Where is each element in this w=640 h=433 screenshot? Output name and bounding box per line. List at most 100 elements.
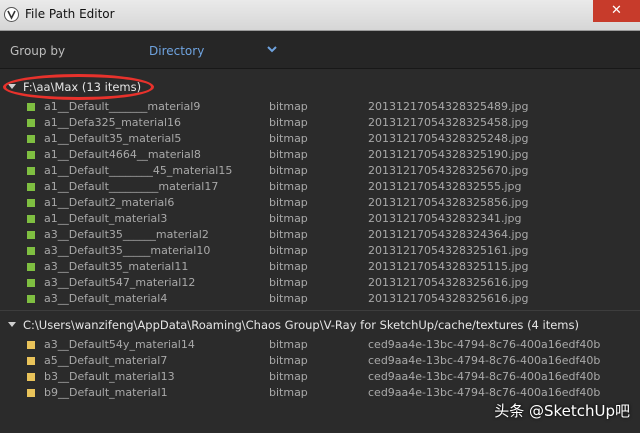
material-name: a1__Default_______material9 xyxy=(44,100,201,113)
file-status-icon xyxy=(27,373,35,381)
table-row[interactable]: a5__Default_material7 bitmap ced9aa4e-13bc… xyxy=(0,353,640,369)
file-name: 20131217054328325616.jpg xyxy=(368,276,529,289)
group-header-vray-cache[interactable]: C:\Users\wanzifeng\AppData\Roaming\Chaos… xyxy=(0,316,640,334)
asset-type: bitmap xyxy=(269,212,308,225)
asset-type: bitmap xyxy=(269,354,308,367)
asset-type: bitmap xyxy=(269,148,308,161)
table-row[interactable]: a3__Default35_____material10 bitmap 201312… xyxy=(0,243,640,259)
file-name: 20131217054328325489.jpg xyxy=(368,100,529,113)
table-row[interactable]: b3__Default_material13 bitmap ced9aa4e-13b… xyxy=(0,369,640,385)
file-status-icon xyxy=(27,295,35,303)
file-status-icon xyxy=(27,247,35,255)
file-name: ced9aa4e-13bc-4794-8c76-400a16edf40b xyxy=(368,386,601,399)
material-name: a3__Default35______material2 xyxy=(44,228,209,241)
file-status-icon xyxy=(27,389,35,397)
file-name: 20131217054328325115.jpg xyxy=(368,260,529,273)
file-name: 20131217054328325670.jpg xyxy=(368,164,529,177)
file-name: 20131217054328325161.jpg xyxy=(368,244,529,257)
file-status-icon xyxy=(27,151,35,159)
asset-type: bitmap xyxy=(269,386,308,399)
material-name: a5__Default_material7 xyxy=(44,354,168,367)
material-name: a1__Defa325_material16 xyxy=(44,116,181,129)
asset-type: bitmap xyxy=(269,116,308,129)
asset-type: bitmap xyxy=(269,338,308,351)
table-row[interactable]: a1__Default35_material5 bitmap 20131217054… xyxy=(0,131,640,147)
asset-type: bitmap xyxy=(269,276,308,289)
material-name: a3__Default35_material11 xyxy=(44,260,189,273)
material-name: a3__Default35_____material10 xyxy=(44,244,211,257)
window-title: File Path Editor xyxy=(25,7,115,21)
file-status-icon xyxy=(27,341,35,349)
file-status-icon xyxy=(27,103,35,111)
file-status-icon xyxy=(27,215,35,223)
group-by-dropdown[interactable]: Directory xyxy=(149,44,204,58)
file-status-icon xyxy=(27,279,35,287)
file-status-icon xyxy=(27,135,35,143)
material-name: a1__Default35_material5 xyxy=(44,132,182,145)
annotation-circle xyxy=(3,74,154,100)
file-name: 20131217054328324364.jpg xyxy=(368,228,529,241)
material-name: a1__Default_material3 xyxy=(44,212,168,225)
file-name: 20131217054328325248.jpg xyxy=(368,132,529,145)
file-list: F:\aa\Max (13 items) a1__Default_______m… xyxy=(0,70,640,433)
table-row[interactable]: a1__Default4664__material8 bitmap 20131217… xyxy=(0,147,640,163)
asset-type: bitmap xyxy=(269,228,308,241)
file-status-icon xyxy=(27,263,35,271)
file-status-icon xyxy=(27,199,35,207)
material-name: a1__Default2_material6 xyxy=(44,196,175,209)
material-name: b3__Default_material13 xyxy=(44,370,175,383)
table-row[interactable]: a3__Default35_material11 bitmap 2013121705… xyxy=(0,259,640,275)
file-name: 20131217054328325856.jpg xyxy=(368,196,529,209)
material-name: a1__Default4664__material8 xyxy=(44,148,201,161)
material-name: a1__Default________45_material15 xyxy=(44,164,233,177)
file-name: ced9aa4e-13bc-4794-8c76-400a16edf40b xyxy=(368,370,601,383)
table-row[interactable]: a1__Default________45_material15 bitmap 20… xyxy=(0,163,640,179)
file-name: ced9aa4e-13bc-4794-8c76-400a16edf40b xyxy=(368,354,601,367)
table-row[interactable]: a3__Default54y_material14 bitmap ced9aa4e-… xyxy=(0,337,640,353)
asset-type: bitmap xyxy=(269,132,308,145)
close-icon: ✕ xyxy=(611,3,622,18)
file-name: ced9aa4e-13bc-4794-8c76-400a16edf40b xyxy=(368,338,601,351)
file-status-icon xyxy=(27,183,35,191)
table-row[interactable]: a3__Default547_material12 bitmap 201312170… xyxy=(0,275,640,291)
asset-type: bitmap xyxy=(269,292,308,305)
file-status-icon xyxy=(27,167,35,175)
group-by-label: Group by xyxy=(10,44,66,58)
asset-type: bitmap xyxy=(269,196,308,209)
table-row[interactable]: a1__Default_________material17 bitmap 2013… xyxy=(0,179,640,195)
asset-type: bitmap xyxy=(269,244,308,257)
group-title: C:\Users\wanzifeng\AppData\Roaming\Chaos… xyxy=(23,318,579,332)
app-logo-icon xyxy=(4,7,19,22)
table-row[interactable]: b9__Default_material1 bitmap ced9aa4e-13bc… xyxy=(0,385,640,401)
file-name: 2013121705432832555.jpg xyxy=(368,180,522,193)
asset-type: bitmap xyxy=(269,164,308,177)
collapse-caret-icon[interactable] xyxy=(8,322,16,327)
file-status-icon xyxy=(27,119,35,127)
file-status-icon xyxy=(27,357,35,365)
material-name: a1__Default_________material17 xyxy=(44,180,219,193)
table-row[interactable]: a3__Default35______material2 bitmap 201312… xyxy=(0,227,640,243)
table-row[interactable]: a1__Default2_material6 bitmap 201312170543… xyxy=(0,195,640,211)
material-name: a3__Default547_material12 xyxy=(44,276,196,289)
file-name: 20131217054328325458.jpg xyxy=(368,116,529,129)
watermark: 头条 @SketchUp吧 xyxy=(494,402,630,420)
file-name: 20131217054328325190.jpg xyxy=(368,148,529,161)
table-row[interactable]: a3__Default_material4 bitmap 2013121705432… xyxy=(0,291,640,307)
group-by-toolbar: Group by Directory xyxy=(0,31,640,69)
table-row[interactable]: a1__Default_______material9 bitmap 2013121… xyxy=(0,99,640,115)
asset-type: bitmap xyxy=(269,370,308,383)
material-name: a3__Default54y_material14 xyxy=(44,338,195,351)
asset-type: bitmap xyxy=(269,180,308,193)
group-divider xyxy=(0,310,640,311)
chevron-down-icon[interactable] xyxy=(266,44,278,54)
close-button[interactable]: ✕ xyxy=(593,0,640,22)
material-name: a3__Default_material4 xyxy=(44,292,168,305)
table-row[interactable]: a1__Default_material3 bitmap 2013121705432… xyxy=(0,211,640,227)
table-row[interactable]: a1__Defa325_material16 bitmap 201312170543… xyxy=(0,115,640,131)
file-status-icon xyxy=(27,231,35,239)
material-name: b9__Default_material1 xyxy=(44,386,168,399)
title-bar: File Path Editor ✕ xyxy=(0,0,640,31)
file-name: 20131217054328325616.jpg xyxy=(368,292,529,305)
file-name: 2013121705432832341.jpg xyxy=(368,212,522,225)
asset-type: bitmap xyxy=(269,260,308,273)
